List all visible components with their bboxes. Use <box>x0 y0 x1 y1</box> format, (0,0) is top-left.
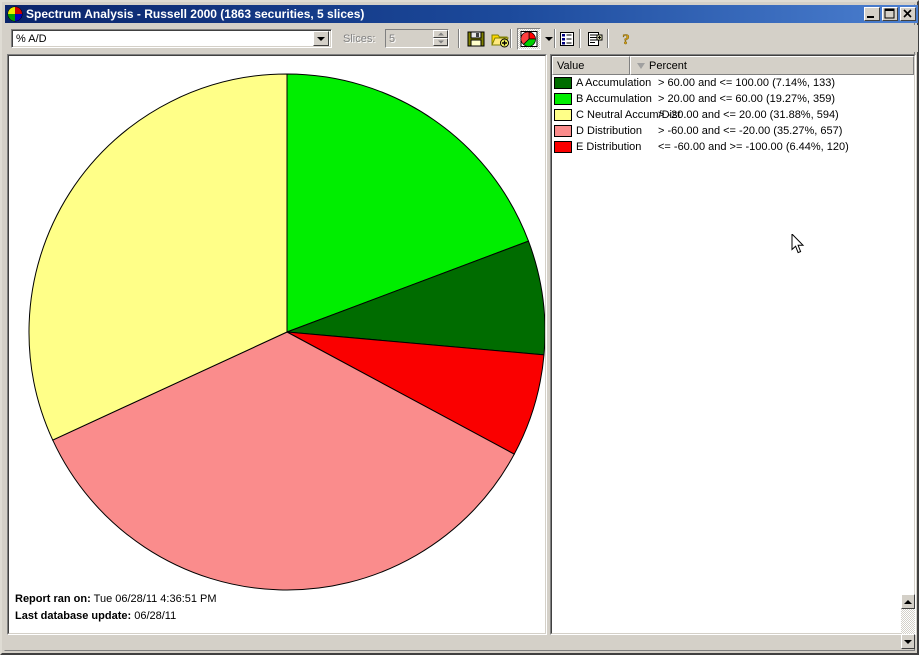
metric-select-value: % A/D <box>16 32 47 45</box>
slices-label: Slices: <box>343 33 376 45</box>
legend-row[interactable]: C Neutral Accum/Dist > -20.00 and <= 20.0… <box>552 107 914 123</box>
legend-color-swatch <box>554 141 572 153</box>
chevron-down-icon[interactable] <box>313 31 329 46</box>
legend-row[interactable]: D Distribution > -60.00 and <= -20.00 (35… <box>552 123 914 139</box>
vertical-scrollbar[interactable] <box>901 594 915 649</box>
legend-list: Value Percent A Accumulation > 60.00 and … <box>551 55 915 634</box>
toolbar-separator <box>510 29 512 48</box>
help-button[interactable]: ? <box>614 28 638 50</box>
legend-row-percent: > 60.00 and <= 100.00 (7.14%, 133) <box>658 77 836 89</box>
application-window: Spectrum Analysis - Russell 2000 (1863 s… <box>0 0 919 655</box>
triangle-down-icon <box>637 62 645 69</box>
legend-rows: A Accumulation > 60.00 and <= 100.00 (7.1… <box>552 75 914 155</box>
close-button[interactable] <box>900 7 916 21</box>
metric-select[interactable]: % A/D <box>11 29 332 48</box>
scrollbar-track[interactable] <box>901 609 915 634</box>
scroll-up-button[interactable] <box>901 594 915 609</box>
legend-row-label: A Accumulation <box>576 77 652 89</box>
legend-color-swatch <box>554 93 572 105</box>
maximize-button[interactable] <box>882 7 898 21</box>
legend-row[interactable]: B Accumulation > 20.00 and <= 60.00 (19.2… <box>552 91 914 107</box>
legend-row-percent: > -20.00 and <= 20.00 (31.88%, 594) <box>658 109 839 121</box>
legend-row-label: B Accumulation <box>576 93 652 105</box>
legend-panel: Value Percent A Accumulation > 60.00 and … <box>550 54 916 635</box>
chart-panel: Report ran on: Tue 06/28/11 4:36:51 PM L… <box>7 54 547 635</box>
last-update-value: 06/28/11 <box>134 610 177 622</box>
report-ran-value: Tue 06/28/11 4:36:51 PM <box>93 593 217 605</box>
legend-color-swatch <box>554 109 572 121</box>
legend-column-headers: Value Percent <box>552 56 914 75</box>
report-button[interactable] <box>583 28 607 50</box>
minimize-button[interactable] <box>864 7 880 21</box>
legend-row-percent: <= -60.00 and >= -100.00 (6.44%, 120) <box>658 141 849 153</box>
column-header-percent[interactable]: Percent <box>630 56 914 75</box>
open-button[interactable] <box>488 28 512 50</box>
last-update-line: Last database update: 06/28/11 <box>15 608 217 625</box>
report-footer: Report ran on: Tue 06/28/11 4:36:51 PM L… <box>15 591 217 625</box>
toolbar: % A/D Slices: 5 ? <box>5 25 918 52</box>
save-button[interactable] <box>464 28 488 50</box>
chart-canvas[interactable]: Report ran on: Tue 06/28/11 4:36:51 PM L… <box>8 55 546 634</box>
legend-row[interactable]: A Accumulation > 60.00 and <= 100.00 (7.1… <box>552 75 914 91</box>
window-title: Spectrum Analysis - Russell 2000 (1863 s… <box>26 7 365 21</box>
scroll-down-button[interactable] <box>901 634 915 649</box>
column-header-value-label: Value <box>557 59 585 72</box>
legend-color-swatch <box>554 125 572 137</box>
legend-row-percent: > -60.00 and <= -20.00 (35.27%, 657) <box>658 125 843 137</box>
legend-row-percent: > 20.00 and <= 60.00 (19.27%, 359) <box>658 93 836 105</box>
report-ran-label: Report ran on: <box>15 593 91 605</box>
svg-text:?: ? <box>622 32 630 47</box>
last-update-label: Last database update: <box>15 610 132 622</box>
legend-row[interactable]: E Distribution <= -60.00 and >= -100.00 (… <box>552 139 914 155</box>
list-view-button[interactable] <box>555 28 579 50</box>
legend-color-swatch <box>554 77 572 89</box>
column-header-percent-label: Percent <box>649 59 687 72</box>
legend-row-label: E Distribution <box>576 141 642 153</box>
titlebar[interactable]: Spectrum Analysis - Russell 2000 (1863 s… <box>5 5 918 23</box>
slices-stepper[interactable]: 5 <box>385 29 449 48</box>
toolbar-separator <box>579 29 581 48</box>
toolbar-separator <box>458 29 460 48</box>
column-header-value[interactable]: Value <box>552 56 630 75</box>
pie-chart-icon <box>7 6 23 22</box>
legend-row-label: C Neutral Accum/Dist <box>576 109 681 121</box>
toolbar-separator <box>607 29 609 48</box>
pie-chart[interactable] <box>9 56 546 634</box>
pie-chart-button[interactable] <box>517 28 541 50</box>
legend-row-label: D Distribution <box>576 125 643 137</box>
slices-decrement-button[interactable] <box>433 38 448 46</box>
slices-increment-button[interactable] <box>433 30 448 38</box>
report-ran-line: Report ran on: Tue 06/28/11 4:36:51 PM <box>15 591 217 608</box>
slices-stepper-value: 5 <box>389 32 396 45</box>
slices-stepper-buttons <box>433 30 448 47</box>
